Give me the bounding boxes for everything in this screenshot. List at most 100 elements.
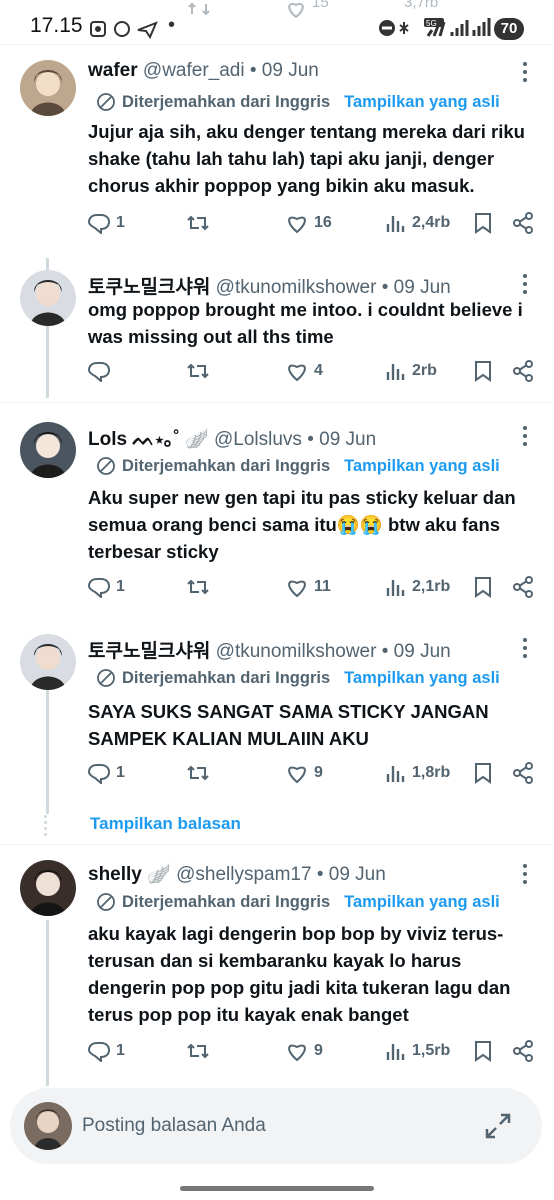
- display-name[interactable]: wafer: [88, 60, 138, 81]
- more-options-icon[interactable]: [515, 424, 535, 448]
- user-handle[interactable]: @Lolsluvs: [214, 429, 302, 450]
- heart-icon: [288, 1044, 306, 1062]
- expand-icon[interactable]: [484, 1112, 512, 1140]
- share-button[interactable]: [512, 1040, 534, 1062]
- display-name[interactable]: Lols ᨓ⋆｡˚ 🪽: [88, 429, 209, 450]
- bookmark-icon: [475, 213, 491, 234]
- translation-notice: Diterjemahkan dari Inggris Tampilkan yan…: [96, 92, 500, 112]
- reply-icon: [88, 764, 110, 784]
- like-button[interactable]: 9: [286, 1040, 323, 1062]
- like-button[interactable]: 11: [286, 576, 331, 598]
- bookmark-icon: [475, 361, 491, 382]
- status-right-icons: 5G: [379, 18, 491, 37]
- share-icon: [513, 360, 533, 382]
- home-indicator: [180, 1186, 374, 1191]
- heart-icon: [288, 766, 306, 784]
- retweet-button[interactable]: [186, 576, 216, 598]
- view-count: 2,1rb: [412, 578, 451, 595]
- retweet-button[interactable]: [186, 212, 216, 234]
- user-handle[interactable]: @wafer_adi: [143, 60, 245, 81]
- show-original-link[interactable]: Tampilkan yang asli: [344, 893, 500, 912]
- show-original-link[interactable]: Tampilkan yang asli: [344, 669, 500, 688]
- avatar[interactable]: [20, 422, 76, 478]
- display-name[interactable]: 토쿠노밀크샤워: [88, 641, 210, 662]
- views-button[interactable]: 1,5rb: [386, 1040, 450, 1062]
- more-options-icon[interactable]: [515, 636, 535, 660]
- reply-button[interactable]: 1: [88, 212, 125, 234]
- views-icon: [386, 766, 405, 782]
- views-button[interactable]: 2rb: [386, 360, 437, 382]
- like-button[interactable]: 4: [286, 360, 323, 382]
- views-button[interactable]: 2,4rb: [386, 212, 450, 234]
- prev-retweet-icon: [188, 0, 218, 18]
- view-count: 2rb: [412, 362, 437, 379]
- avatar[interactable]: [20, 60, 76, 116]
- like-count: 4: [314, 362, 323, 379]
- show-original-link[interactable]: Tampilkan yang asli: [344, 457, 500, 476]
- user-handle[interactable]: @tkunomilkshower: [216, 641, 377, 662]
- thread-line: [46, 672, 49, 814]
- tweet-actions: 1 9 1,8rb: [0, 762, 554, 792]
- battery-indicator: 70: [494, 18, 524, 40]
- reply-icon: [88, 214, 110, 234]
- translated-label: Diterjemahkan dari Inggris: [122, 92, 331, 111]
- reply-composer[interactable]: Posting balasan Anda: [10, 1088, 542, 1164]
- bookmark-button[interactable]: [474, 360, 492, 382]
- share-button[interactable]: [512, 360, 534, 382]
- user-handle[interactable]: @shellyspam17: [176, 864, 311, 885]
- bookmark-button[interactable]: [474, 576, 492, 598]
- retweet-button[interactable]: [186, 762, 216, 784]
- views-icon: [386, 216, 405, 232]
- heart-icon: [288, 216, 306, 234]
- translate-icon: [97, 893, 115, 911]
- share-button[interactable]: [512, 212, 534, 234]
- translated-label: Diterjemahkan dari Inggris: [122, 456, 331, 475]
- tweet-date: • 09 Jun: [381, 641, 451, 662]
- views-button[interactable]: 2,1rb: [386, 576, 450, 598]
- reply-button[interactable]: [88, 360, 116, 382]
- views-button[interactable]: 1,8rb: [386, 762, 450, 784]
- views-icon: [386, 1044, 405, 1060]
- tweet-date: • 09 Jun: [381, 277, 451, 298]
- view-count: 1,8rb: [412, 764, 451, 781]
- views-icon: [386, 580, 405, 596]
- more-options-icon[interactable]: [515, 272, 535, 296]
- bookmark-button[interactable]: [474, 212, 492, 234]
- share-icon: [513, 1040, 533, 1062]
- reply-placeholder[interactable]: Posting balasan Anda: [82, 1115, 266, 1137]
- like-count: 9: [314, 1042, 323, 1059]
- bookmark-button[interactable]: [474, 762, 492, 784]
- share-button[interactable]: [512, 762, 534, 784]
- view-count: 1,5rb: [412, 1042, 451, 1059]
- thread-dots: [44, 812, 48, 839]
- share-button[interactable]: [512, 576, 534, 598]
- reply-button[interactable]: 1: [88, 576, 125, 598]
- translated-label: Diterjemahkan dari Inggris: [122, 892, 331, 911]
- avatar[interactable]: [20, 634, 76, 690]
- avatar[interactable]: [20, 860, 76, 916]
- status-bar: 17.15 • 15 3,7rb 5G 70: [0, 0, 554, 44]
- like-button[interactable]: 9: [286, 762, 323, 784]
- dot-icon: •: [168, 14, 176, 36]
- divider: [0, 844, 554, 845]
- reply-button[interactable]: 1: [88, 762, 125, 784]
- bookmark-icon: [475, 1041, 491, 1062]
- reply-button[interactable]: 1: [88, 1040, 125, 1062]
- retweet-icon: [187, 765, 209, 781]
- show-replies-link[interactable]: Tampilkan balasan: [90, 814, 241, 834]
- display-name[interactable]: 토쿠노밀크샤워: [88, 277, 210, 298]
- tweet-date: • 09 Jun: [249, 60, 319, 81]
- bookmark-button[interactable]: [474, 1040, 492, 1062]
- avatar[interactable]: [20, 270, 76, 326]
- user-handle[interactable]: @tkunomilkshower: [216, 277, 377, 298]
- retweet-button[interactable]: [186, 1040, 216, 1062]
- retweet-button[interactable]: [186, 360, 216, 382]
- like-button[interactable]: 16: [286, 212, 332, 234]
- tweet-header: Lols ᨓ⋆｡˚ 🪽 @Lolsluvs • 09 Jun: [88, 424, 376, 451]
- reply-count: 1: [116, 214, 125, 231]
- more-options-icon[interactable]: [515, 60, 535, 84]
- reply-icon: [88, 1042, 110, 1062]
- more-options-icon[interactable]: [515, 862, 535, 886]
- show-original-link[interactable]: Tampilkan yang asli: [344, 93, 500, 112]
- display-name[interactable]: shelly 🪽: [88, 864, 171, 885]
